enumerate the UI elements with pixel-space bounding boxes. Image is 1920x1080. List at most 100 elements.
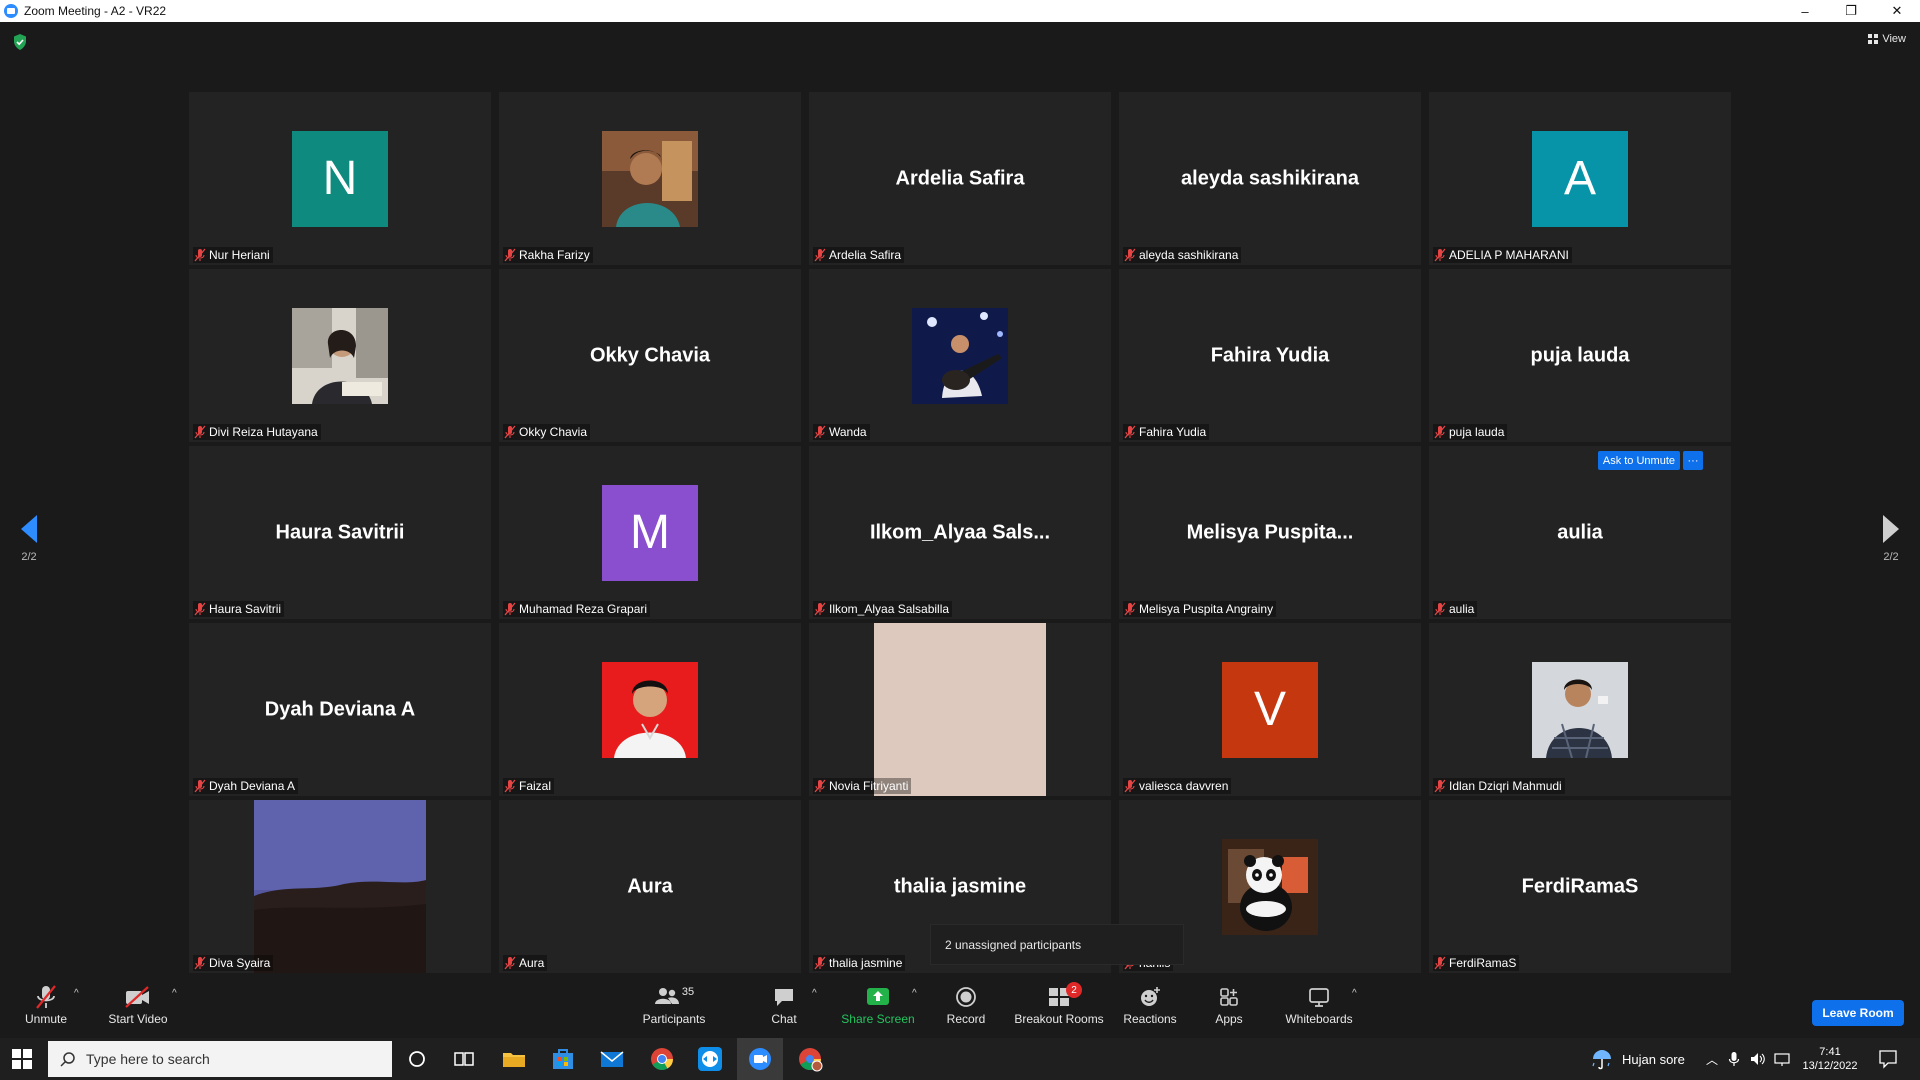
- muted-mic-icon: [1434, 248, 1446, 262]
- participant-tile[interactable]: Divi Reiza Hutayana: [189, 269, 491, 442]
- chrome-profile-icon[interactable]: [797, 1046, 823, 1072]
- participant-tile[interactable]: puja lauda puja lauda: [1429, 269, 1731, 442]
- chrome-icon[interactable]: [649, 1046, 675, 1072]
- participant-tile[interactable]: Vvaliesca davvren: [1119, 623, 1421, 796]
- unmute-button[interactable]: Unmute: [18, 984, 74, 1026]
- task-view-icon[interactable]: [451, 1046, 477, 1072]
- start-video-label: Start Video: [108, 1012, 168, 1026]
- participant-name-label: Haura Savitrii: [193, 601, 285, 617]
- muted-mic-icon: [1124, 248, 1136, 262]
- store-icon[interactable]: [550, 1046, 576, 1072]
- participant-tile[interactable]: aleyda sashikirana aleyda sashikirana: [1119, 92, 1421, 265]
- ask-to-unmute-button[interactable]: Ask to Unmute: [1597, 451, 1680, 470]
- participant-tile[interactable]: Aura Aura: [499, 800, 801, 973]
- participant-tile[interactable]: Dyah Deviana A Dyah Deviana A: [189, 623, 491, 796]
- participant-display-name: thalia jasmine: [893, 875, 1027, 897]
- cortana-icon[interactable]: [404, 1046, 430, 1072]
- mail-icon[interactable]: [599, 1046, 625, 1072]
- chat-options-caret[interactable]: ^: [812, 988, 817, 999]
- whiteboards-button[interactable]: Whiteboards: [1282, 984, 1356, 1026]
- participant-tile[interactable]: Ardelia Safira Ardelia Safira: [809, 92, 1111, 265]
- share-screen-icon: [867, 988, 889, 1005]
- participant-tile[interactable]: Diva Syaira: [189, 800, 491, 973]
- participant-tile[interactable]: A ADELIA P MAHARANI: [1429, 92, 1731, 265]
- muted-mic-icon: [1124, 779, 1136, 793]
- participant-profile-photo: [602, 661, 698, 758]
- record-button[interactable]: Record: [944, 984, 988, 1026]
- participant-tile[interactable]: Haura Savitrii Haura Savitrii: [189, 446, 491, 619]
- leave-room-button[interactable]: Leave Room: [1812, 1000, 1904, 1026]
- participant-tile[interactable]: Okky Chavia Okky Chavia: [499, 269, 801, 442]
- participant-name-label: puja lauda: [1433, 424, 1508, 440]
- audio-options-caret[interactable]: ^: [74, 988, 79, 999]
- network-icon[interactable]: [1774, 1051, 1790, 1067]
- participant-name-label: Fahira Yudia: [1123, 424, 1210, 440]
- participant-tile[interactable]: Fahira Yudia Fahira Yudia: [1119, 269, 1421, 442]
- view-button[interactable]: View: [1868, 33, 1906, 45]
- next-page-button[interactable]: 2/2: [1876, 515, 1906, 571]
- participant-tile[interactable]: Idlan Dziqri Mahmudi: [1429, 623, 1731, 796]
- weather-label: Hujan sore: [1622, 1051, 1685, 1067]
- participants-button[interactable]: 35 Participants: [640, 984, 708, 1026]
- participant-tile[interactable]: Novia Fitriyanti: [809, 623, 1111, 796]
- whiteboards-options-caret[interactable]: ^: [1352, 988, 1357, 999]
- clock[interactable]: 7:41 13/12/2022: [1796, 1038, 1864, 1080]
- participant-tile[interactable]: Ilkom_Alyaa Sals... Ilkom_Alyaa Salsabill…: [809, 446, 1111, 619]
- start-video-button[interactable]: Start Video: [104, 984, 172, 1026]
- participant-name-label: Muhamad Reza Grapari: [503, 601, 651, 617]
- participant-tile[interactable]: Faizal: [499, 623, 801, 796]
- page-indicator-left: 2/2: [21, 551, 37, 563]
- taskbar-search-box[interactable]: Type here to search: [48, 1041, 392, 1077]
- file-explorer-icon[interactable]: [501, 1046, 527, 1072]
- participant-tile[interactable]: N Nur Heriani: [189, 92, 491, 265]
- breakout-rooms-button[interactable]: 2 Breakout Rooms: [1014, 982, 1104, 1026]
- windows-start-icon[interactable]: [12, 1049, 32, 1069]
- encryption-shield-icon[interactable]: [13, 34, 27, 50]
- rain-umbrella-icon: [1592, 1050, 1611, 1070]
- participant-profile-photo: [254, 800, 426, 973]
- share-options-caret[interactable]: ^: [912, 988, 917, 999]
- participant-tile[interactable]: M Muhamad Reza Grapari: [499, 446, 801, 619]
- participant-tile[interactable]: aulia aulia Ask to Unmute ···: [1429, 446, 1731, 619]
- participant-name: Rakha Farizy: [519, 248, 590, 262]
- weather-widget[interactable]: Hujan sore: [1590, 1038, 1685, 1080]
- participants-icon: [654, 988, 679, 1004]
- apps-button[interactable]: Apps: [1212, 984, 1246, 1026]
- muted-mic-icon: [814, 602, 826, 616]
- chat-button[interactable]: Chat: [770, 984, 798, 1026]
- chat-label: Chat: [771, 1012, 797, 1026]
- chevron-up-icon[interactable]: ︿: [1706, 1051, 1718, 1068]
- tray-icons[interactable]: ︿: [1706, 1038, 1790, 1080]
- muted-mic-icon: [504, 248, 516, 262]
- participant-name: Faizal: [519, 779, 552, 793]
- participant-name: Wanda: [829, 425, 867, 439]
- minimize-button[interactable]: –: [1782, 0, 1828, 22]
- volume-icon[interactable]: [1750, 1051, 1766, 1067]
- share-screen-button[interactable]: Share Screen: [840, 984, 916, 1026]
- muted-mic-icon: [194, 602, 206, 616]
- zoom-taskbar-active[interactable]: [737, 1038, 783, 1080]
- muted-mic-icon: [814, 425, 826, 439]
- participant-display-name: Dyah Deviana A: [264, 698, 416, 720]
- ask-to-unmute-group: Ask to Unmute ···: [1597, 451, 1703, 470]
- notification-icon[interactable]: [1878, 1049, 1898, 1069]
- unmute-label: Unmute: [24, 1012, 68, 1026]
- participant-name-label: Wanda: [813, 424, 870, 440]
- participant-name-label: Okky Chavia: [503, 424, 591, 440]
- more-options-button[interactable]: ···: [1683, 451, 1703, 470]
- previous-page-button[interactable]: 2/2: [14, 515, 44, 571]
- participant-tile[interactable]: FerdiRamaS FerdiRamaS: [1429, 800, 1731, 973]
- participant-name: Muhamad Reza Grapari: [519, 602, 648, 616]
- close-button[interactable]: ✕: [1874, 0, 1920, 22]
- teamviewer-icon[interactable]: [697, 1046, 723, 1072]
- participant-tile[interactable]: Rakha Farizy: [499, 92, 801, 265]
- participant-name-label: Novia Fitriyanti: [813, 778, 912, 794]
- reactions-button[interactable]: Reactions: [1122, 984, 1178, 1026]
- video-options-caret[interactable]: ^: [172, 988, 177, 999]
- maximize-button[interactable]: ❐: [1828, 0, 1874, 22]
- participant-name-label: Faizal: [503, 778, 555, 794]
- participant-tile[interactable]: Melisya Puspita... Melisya Puspita Angrai…: [1119, 446, 1421, 619]
- muted-mic-icon: [1434, 602, 1446, 616]
- participant-tile[interactable]: Wanda: [809, 269, 1111, 442]
- microphone-tray-icon[interactable]: [1728, 1051, 1740, 1067]
